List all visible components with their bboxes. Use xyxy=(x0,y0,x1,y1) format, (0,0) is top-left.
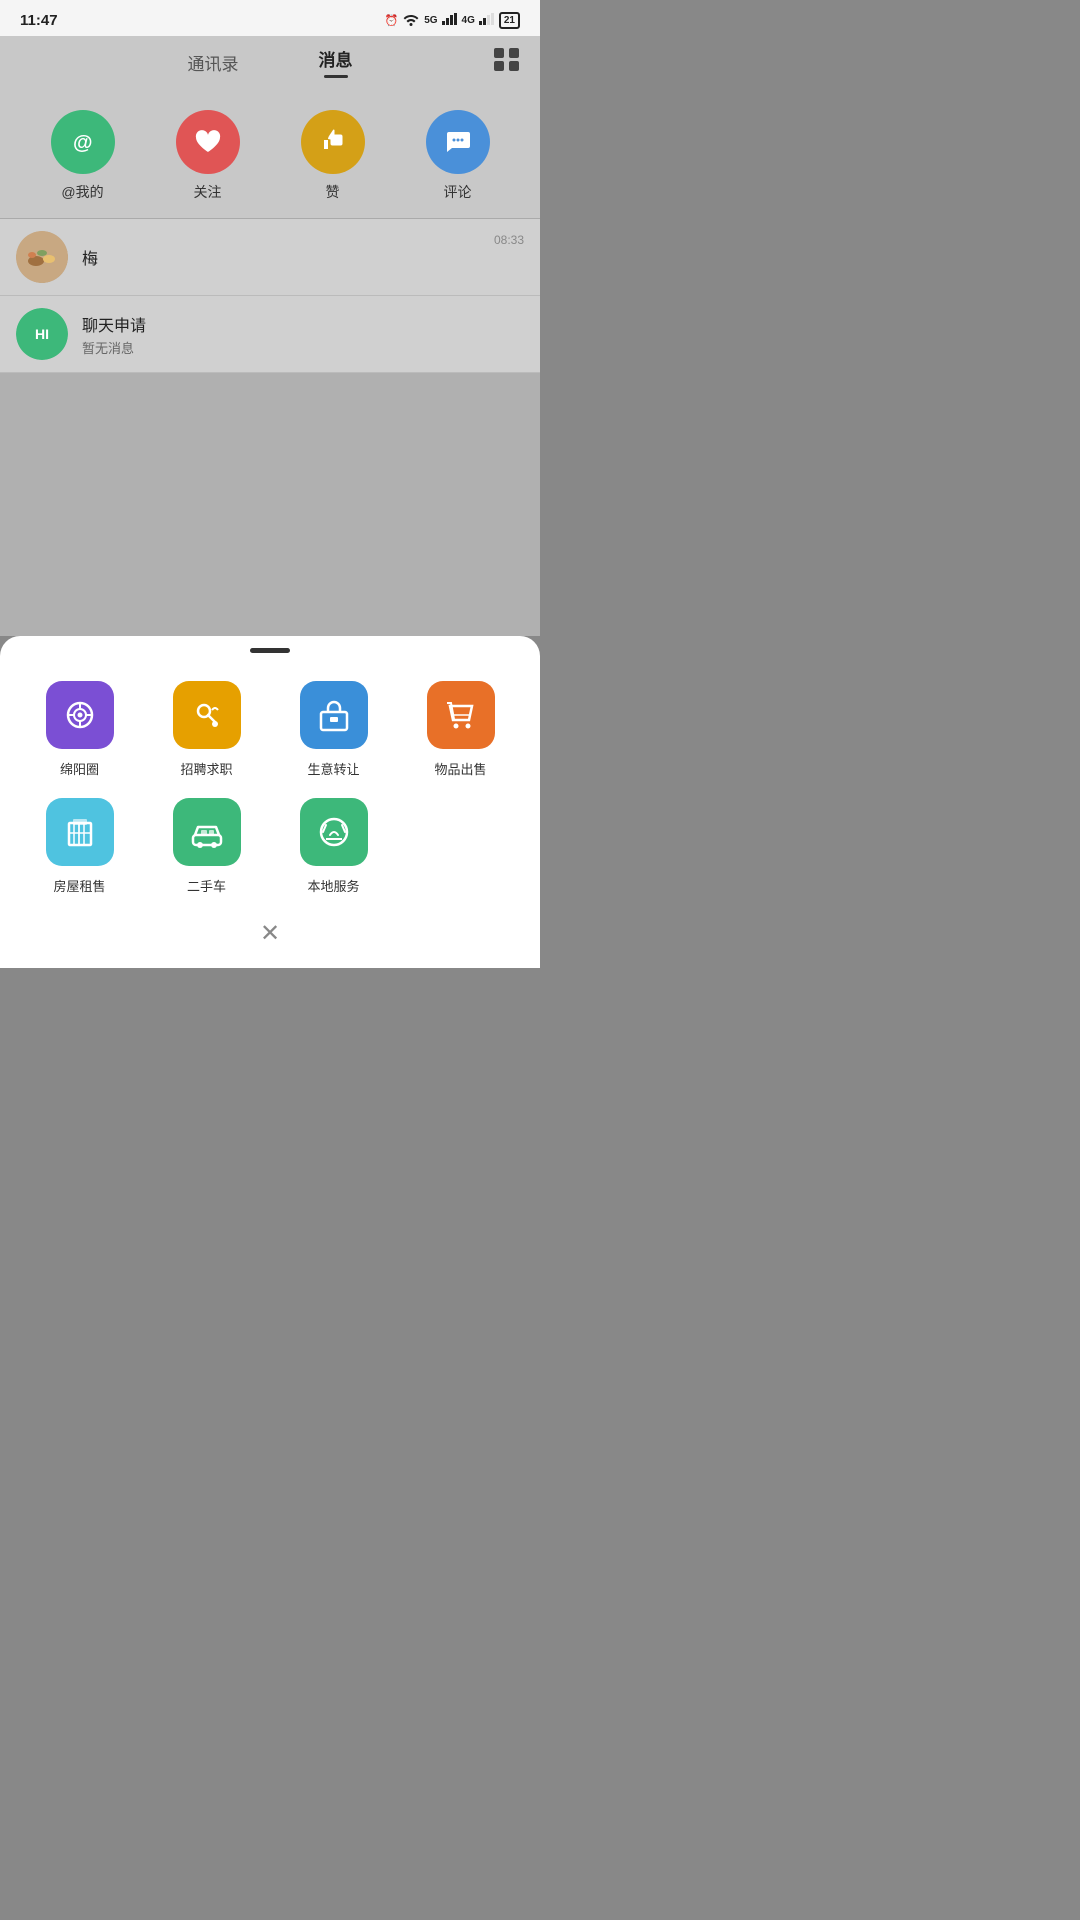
avatar-mei xyxy=(16,231,68,283)
label-local-service: 本地服务 xyxy=(307,876,359,895)
msg-name-mei: 梅 xyxy=(82,245,480,269)
message-list: 梅 08:33 HI 聊天申请 暂无消息 xyxy=(0,219,540,373)
close-icon: ✕ xyxy=(260,919,280,948)
grid-item-mianyang-circle[interactable]: 绵阳圈 xyxy=(16,681,143,778)
notif-at-me[interactable]: @ @我的 xyxy=(51,110,115,202)
status-icons: ⏰ 5G 4G 21 xyxy=(384,12,520,29)
label-car: 二手车 xyxy=(187,876,226,895)
notif-like[interactable]: 赞 xyxy=(301,110,365,202)
svg-text:+: + xyxy=(211,131,217,143)
icon-goods xyxy=(427,681,495,749)
icon-car xyxy=(173,798,241,866)
close-button[interactable]: ✕ xyxy=(0,919,540,948)
svg-text:@: @ xyxy=(73,132,93,154)
avatar-hi-icon: HI xyxy=(16,308,68,360)
grid-item-job[interactable]: 招聘求职 xyxy=(143,681,270,778)
grid-item-house[interactable]: 房屋租售 xyxy=(16,798,143,895)
tab-nav: 通讯录 消息 xyxy=(0,36,540,86)
icon-business xyxy=(300,681,368,749)
notif-like-icon xyxy=(301,110,365,174)
notif-at-me-label: @我的 xyxy=(61,182,103,202)
label-house: 房屋租售 xyxy=(53,876,105,895)
status-time: 11:47 xyxy=(20,12,58,29)
bottom-sheet-handle[interactable] xyxy=(250,648,290,653)
notif-follow[interactable]: + 关注 xyxy=(176,110,240,202)
app-area: 通讯录 消息 @ @我的 + 关注 xyxy=(0,36,540,636)
grid-item-car[interactable]: 二手车 xyxy=(143,798,270,895)
grid-item-local-service[interactable]: 本地服务 xyxy=(270,798,397,895)
grid-item-goods[interactable]: 物品出售 xyxy=(397,681,524,778)
label-mianyang-circle: 绵阳圈 xyxy=(60,759,99,778)
tab-messages[interactable]: 消息 xyxy=(319,46,353,86)
msg-content-mei: 梅 xyxy=(82,245,480,269)
avatar-food-img xyxy=(16,231,68,283)
notification-row: @ @我的 + 关注 赞 xyxy=(0,86,540,219)
tab-contacts[interactable]: 通讯录 xyxy=(188,50,239,83)
notif-comment[interactable]: 评论 xyxy=(426,110,490,202)
avatar-chat-request: HI xyxy=(16,308,68,360)
label-job: 招聘求职 xyxy=(180,759,232,778)
notif-at-me-icon: @ xyxy=(51,110,115,174)
network-4g: 4G xyxy=(462,15,475,26)
battery-icon: 21 xyxy=(499,12,520,29)
grid-menu: 绵阳圈 招聘求职 生意转让 xyxy=(0,681,540,895)
icon-local-service xyxy=(300,798,368,866)
signal-bars-1 xyxy=(442,13,458,28)
alarm-icon: ⏰ xyxy=(384,14,398,27)
msg-content-chat-request: 聊天申请 暂无消息 xyxy=(82,312,524,357)
status-bar: 11:47 ⏰ 5G 4G 21 xyxy=(0,0,540,36)
msg-time-mei: 08:33 xyxy=(494,233,524,247)
notif-like-label: 赞 xyxy=(326,182,340,202)
bottom-sheet: 绵阳圈 招聘求职 生意转让 xyxy=(0,636,540,968)
icon-mianyang-circle xyxy=(46,681,114,749)
message-item-mei[interactable]: 梅 08:33 xyxy=(0,219,540,296)
notif-comment-label: 评论 xyxy=(444,182,472,202)
msg-name-chat-request: 聊天申请 xyxy=(82,312,524,336)
notif-follow-icon: + xyxy=(176,110,240,174)
msg-preview-chat-request: 暂无消息 xyxy=(82,338,524,357)
notif-comment-icon xyxy=(426,110,490,174)
icon-job xyxy=(173,681,241,749)
label-goods: 物品出售 xyxy=(434,759,486,778)
label-business: 生意转让 xyxy=(307,759,359,778)
grid-menu-icon[interactable] xyxy=(494,48,520,71)
grid-item-business[interactable]: 生意转让 xyxy=(270,681,397,778)
message-item-chat-request[interactable]: HI 聊天申请 暂无消息 xyxy=(0,296,540,373)
signal-bars-2 xyxy=(479,13,495,28)
wifi-icon xyxy=(402,12,420,29)
network-5g: 5G xyxy=(424,15,437,26)
notif-follow-label: 关注 xyxy=(194,182,222,202)
icon-house xyxy=(46,798,114,866)
